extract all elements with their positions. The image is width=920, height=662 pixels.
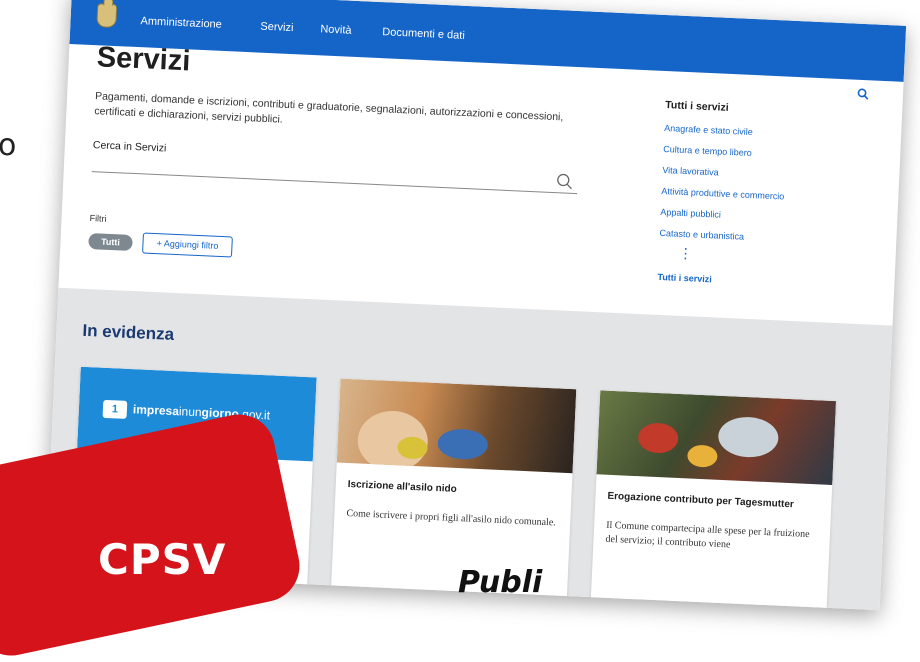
search-icon[interactable] (852, 83, 874, 105)
card-photo-toys (336, 378, 577, 474)
sidebar-link-appalti[interactable]: Appalti pubblici (660, 207, 840, 225)
add-filter-button[interactable]: + Aggiungi filtro (142, 232, 233, 258)
top-navigation-bar: Amministrazione Servizi Novità Documenti… (69, 0, 907, 82)
header-search-label[interactable]: Cerca (818, 86, 845, 98)
nav-item-amministrazione[interactable]: Amministrazione (140, 15, 222, 31)
filter-chip-all[interactable]: Tutti (88, 233, 133, 251)
sidebar-link-attivita-produttive[interactable]: Attività produttive e commercio (661, 186, 841, 204)
cropped-edge-text: o (0, 128, 17, 163)
card-title[interactable]: Iscrizione all'asilo nido (348, 479, 560, 500)
card-description: Come iscrivere i propri figli all'asilo … (346, 507, 557, 529)
nav-item-documenti-e-dati[interactable]: Documenti e dati (382, 26, 465, 42)
highlights-heading: In evidenza (82, 320, 175, 344)
card-title[interactable]: Erogazione contributo per Tagesmutter (607, 491, 819, 512)
more-dots-icon[interactable]: ⋮ (678, 245, 838, 264)
page-description: Pagamenti, domande e iscrizioni, contrib… (94, 90, 564, 126)
services-sidebar: Tutti i servizi Anagrafe e stato civile … (657, 99, 845, 290)
services-search-input[interactable]: Cerca in Servizi (93, 139, 167, 154)
sidebar-title: Tutti i servizi (665, 99, 729, 114)
header-search[interactable]: Cerca (818, 82, 874, 105)
nav-item-novita[interactable]: Novità (320, 23, 352, 36)
card-photo-playroom (596, 390, 837, 485)
sidebar-link-vita-lavorativa[interactable]: Vita lavorativa (662, 165, 842, 183)
filters-label: Filtri (89, 213, 107, 224)
page-title: Servizi (96, 41, 192, 78)
card-description: Il Comune compartecipa alle spese per la… (605, 519, 810, 551)
municipality-crest-icon[interactable] (96, 3, 118, 29)
sidebar-all-services-link[interactable]: Tutti i servizi (657, 272, 837, 290)
cpsv-badge-label: CPSV (98, 535, 227, 584)
impresainungiorno-mark-icon: 1 (102, 399, 128, 419)
sidebar-link-cultura[interactable]: Cultura e tempo libero (663, 144, 843, 162)
search-underline (91, 171, 578, 195)
sidebar-link-catasto[interactable]: Catasto e urbanistica (659, 228, 839, 246)
sidebar-link-anagrafe[interactable]: Anagrafe e stato civile (664, 123, 844, 141)
cropped-bottom-text: Publi (458, 565, 543, 600)
highlight-card-tagesmutter[interactable]: Erogazione contributo per Tagesmutter Il… (590, 390, 837, 611)
search-icon[interactable] (555, 172, 574, 195)
nav-item-servizi[interactable]: Servizi (260, 21, 294, 34)
